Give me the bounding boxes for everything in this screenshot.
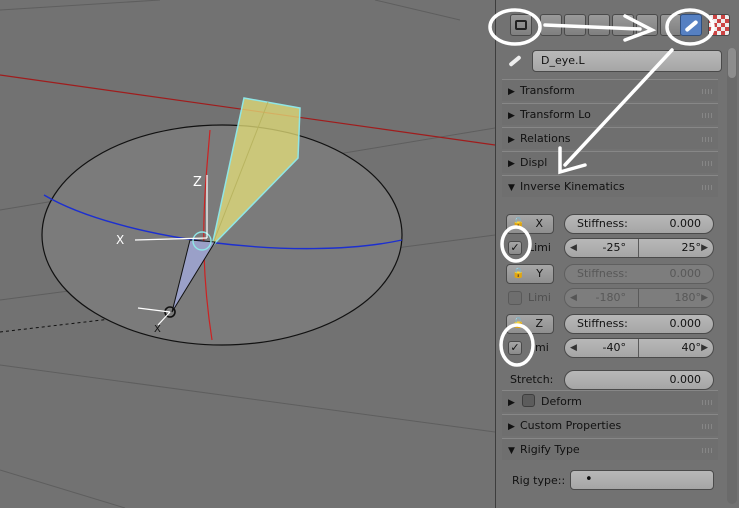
z-axis-label: Z (193, 175, 202, 190)
increment-arrow-icon[interactable]: ▶ (701, 239, 708, 257)
section-inverse-kinematics[interactable]: ▼ Inverse Kinematics (502, 175, 718, 197)
section-label: Rigify Type (520, 443, 580, 456)
ik-stretch-label: Stretch: (510, 373, 554, 386)
section-display[interactable]: ▶ Displ (502, 151, 718, 173)
ik-limit-y-checkbox[interactable] (508, 291, 522, 305)
expand-triangle-icon: ▶ (508, 422, 515, 432)
deform-checkbox[interactable] (522, 394, 535, 407)
ik-stretch-slider[interactable]: 0.000 (564, 370, 714, 390)
panel-scrollbar[interactable] (727, 48, 737, 504)
ik-limit-z-label: imi (532, 341, 549, 354)
ik-limit-y-range[interactable]: ◀ -180° 180° ▶ (564, 288, 714, 308)
unlock-icon: 🔓 (512, 218, 525, 229)
lock-icon: 🔒 (512, 268, 525, 279)
section-transform-locks[interactable]: ▶ Transform Lo (502, 103, 718, 125)
section-label: Transform (520, 84, 575, 97)
stiffness-label: Stiffness: (577, 267, 628, 280)
bone-icon (508, 54, 522, 68)
tab-6[interactable] (636, 14, 658, 36)
ik-limit-x-range[interactable]: ◀ -25° 25° ▶ (564, 238, 714, 258)
section-deform[interactable]: ▶ Deform (502, 390, 718, 412)
drag-handle-icon[interactable] (702, 113, 714, 118)
ik-min-x[interactable]: -25° (565, 239, 639, 257)
increment-arrow-icon[interactable]: ▶ (701, 289, 708, 307)
section-label: Inverse Kinematics (520, 180, 625, 193)
ik-lock-z-label: Z (535, 317, 543, 330)
section-label: Transform Lo (520, 108, 591, 121)
bone-name-field[interactable]: D_eye.L (532, 50, 722, 72)
object-data-icon (515, 20, 527, 30)
tab-3[interactable] (564, 14, 586, 36)
tab-5[interactable] (612, 14, 634, 36)
section-custom-properties[interactable]: ▶ Custom Properties (502, 414, 718, 436)
ik-lock-z-button[interactable]: 🔓 Z (506, 314, 554, 334)
viewport-scene: Z X X (0, 0, 495, 508)
tab-texture[interactable] (708, 14, 730, 36)
section-rigify-type[interactable]: ▼ Rigify Type (502, 438, 718, 460)
stiffness-label: Stiffness: (577, 217, 628, 230)
ik-min-y[interactable]: -180° (565, 289, 639, 307)
properties-tabs (496, 0, 739, 44)
stiffness-value: 0.000 (669, 317, 702, 330)
drag-handle-icon[interactable] (702, 448, 714, 453)
ik-limit-z-range[interactable]: ◀ -40° 40° ▶ (564, 338, 714, 358)
rig-type-label: Rig type:: (512, 474, 566, 487)
ik-lock-y-label: Y (536, 267, 543, 280)
ik-limit-z-checkbox[interactable]: ✓ (508, 341, 522, 355)
expand-triangle-icon: ▶ (508, 111, 515, 121)
bone-name-row: D_eye.L (504, 50, 726, 72)
expand-triangle-icon: ▶ (508, 398, 515, 408)
increment-arrow-icon[interactable]: ▶ (701, 339, 708, 357)
drag-handle-icon[interactable] (702, 185, 714, 190)
unlock-icon: 🔓 (512, 318, 525, 329)
ik-lock-y-button[interactable]: 🔒 Y (506, 264, 554, 284)
section-label: Displ (520, 156, 548, 169)
tab-object-data[interactable] (510, 14, 532, 36)
x-axis-label-dark: X (154, 324, 161, 335)
section-relations[interactable]: ▶ Relations (502, 127, 718, 149)
drag-handle-icon[interactable] (702, 89, 714, 94)
stiffness-value: 0.000 (669, 267, 702, 280)
stiffness-label: Stiffness: (577, 317, 628, 330)
section-transform[interactable]: ▶ Transform (502, 79, 718, 101)
ik-limit-y-label: Limi (528, 291, 551, 304)
3d-viewport[interactable]: Z X X (0, 0, 495, 508)
ik-stiffness-y[interactable]: Stiffness: 0.000 (564, 264, 714, 284)
section-label: Custom Properties (520, 419, 622, 432)
ik-limit-x-checkbox[interactable]: ✓ (508, 241, 522, 255)
ik-stiffness-x[interactable]: Stiffness: 0.000 (564, 214, 714, 234)
drag-handle-icon[interactable] (702, 400, 714, 405)
rig-type-field[interactable]: • (570, 470, 714, 490)
drag-handle-icon[interactable] (702, 161, 714, 166)
section-label: Deform (541, 395, 582, 408)
tab-4[interactable] (588, 14, 610, 36)
tab-bone[interactable] (680, 14, 702, 36)
tab-7[interactable] (660, 14, 682, 36)
tab-2[interactable] (540, 14, 562, 36)
drag-handle-icon[interactable] (702, 137, 714, 142)
ik-min-z[interactable]: -40° (565, 339, 639, 357)
ik-lock-x-label: X (535, 217, 543, 230)
scrollbar-thumb[interactable] (728, 48, 736, 78)
ik-limit-x-label: Limi (528, 241, 551, 254)
ik-stiffness-z[interactable]: Stiffness: 0.000 (564, 314, 714, 334)
x-axis-label: X (116, 233, 124, 247)
expand-triangle-icon: ▶ (508, 159, 515, 169)
bone-icon (684, 19, 699, 33)
ik-settings: 🔓 X Stiffness: 0.000 ✓ Limi ◀ -25° 25° ▶ 🔒… (502, 198, 718, 390)
drag-handle-icon[interactable] (702, 424, 714, 429)
stiffness-value: 0.000 (669, 217, 702, 230)
expand-triangle-icon: ▶ (508, 135, 515, 145)
collapse-triangle-icon: ▼ (508, 446, 515, 456)
section-label: Relations (520, 132, 571, 145)
ik-lock-x-button[interactable]: 🔓 X (506, 214, 554, 234)
properties-panel: D_eye.L ▶ Transform ▶ Transform Lo ▶ Relati… (495, 0, 739, 508)
expand-triangle-icon: ▶ (508, 87, 515, 97)
collapse-triangle-icon: ▼ (508, 183, 515, 193)
